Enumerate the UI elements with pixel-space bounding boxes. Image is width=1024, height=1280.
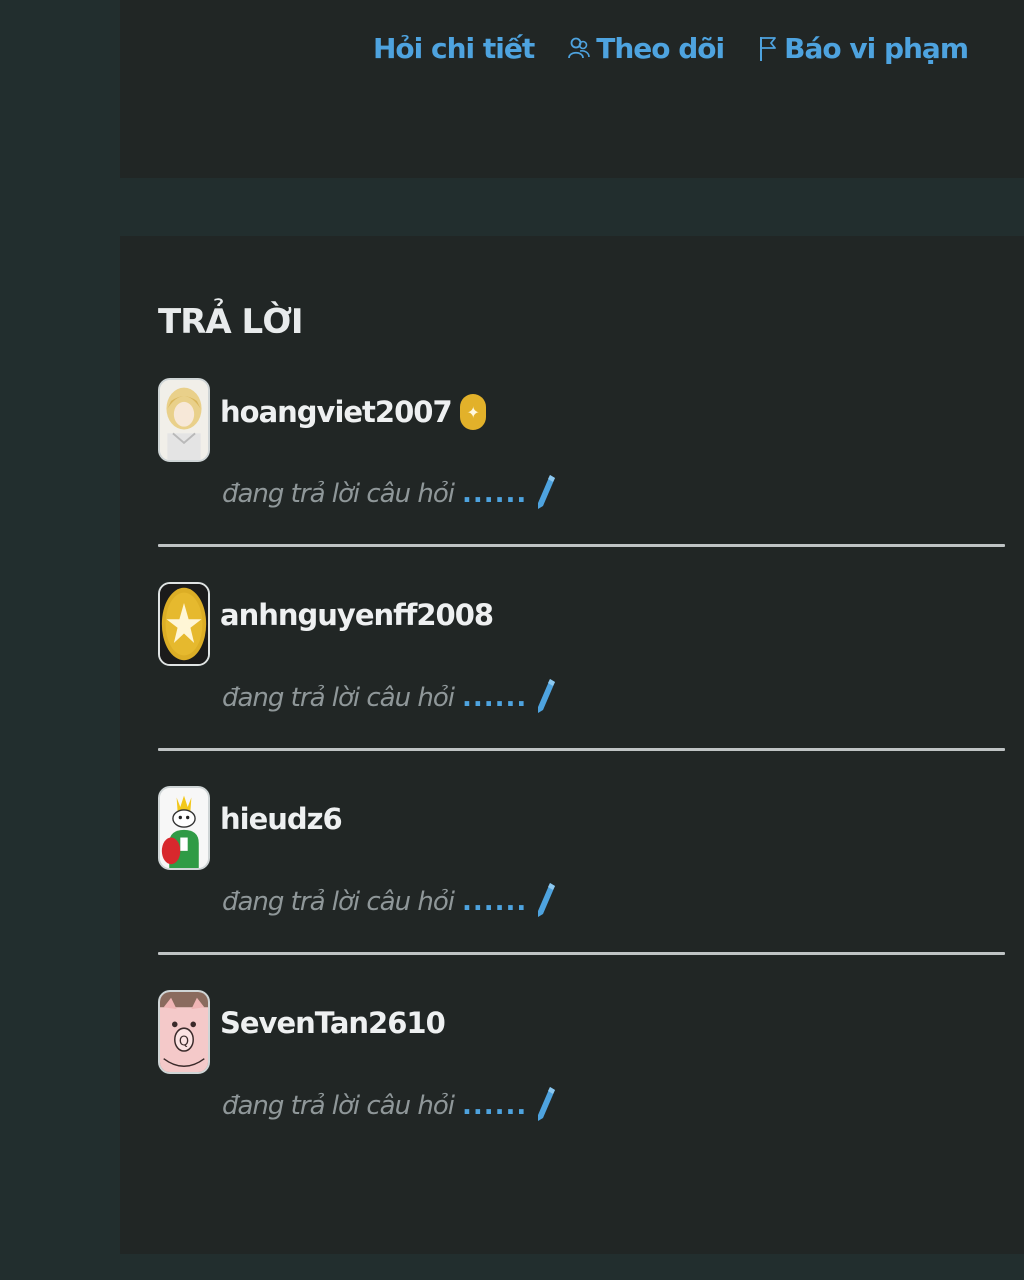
answer-status: đang trả lời câu hỏi ...... — [222, 676, 557, 720]
anime-girl-avatar[interactable] — [158, 378, 210, 462]
answer-list: hoangviet2007 ✦ đang trả lời câu hỏi ...… — [158, 376, 1005, 1192]
answer-divider — [158, 748, 1005, 751]
status-text: đang trả lời câu hỏi — [222, 887, 455, 917]
pink-pig-avatar[interactable]: Q — [158, 990, 210, 1074]
follow-icon — [568, 36, 591, 62]
page: Hỏi chi tiết Theo dõi Báo vi phạm TRẢ LỜ… — [0, 0, 1024, 1280]
answer-username[interactable]: hieudz6 — [220, 802, 343, 836]
status-dots: ...... — [461, 1091, 528, 1121]
answer-item: hoangviet2007 ✦ đang trả lời câu hỏi ...… — [158, 376, 1005, 580]
pencil-icon — [535, 676, 557, 720]
answer-divider — [158, 952, 1005, 955]
status-dots: ...... — [461, 479, 528, 509]
follow-link[interactable]: Theo dõi — [568, 32, 725, 65]
ask-detail-label: Hỏi chi tiết — [372, 32, 535, 65]
username-text: SevenTan2610 — [220, 1006, 446, 1040]
pencil-icon — [535, 1084, 557, 1128]
answer-item: anhnguyenff2008 đang trả lời câu hỏi ...… — [158, 580, 1005, 784]
svg-text:Q: Q — [179, 1034, 189, 1049]
flag-icon — [758, 35, 778, 63]
answers-title: TRẢ LỜI — [158, 302, 304, 342]
username-text: hieudz6 — [220, 802, 343, 836]
status-dots: ...... — [461, 683, 528, 713]
answer-username[interactable]: anhnguyenff2008 — [220, 598, 494, 632]
username-text: hoangviet2007 — [220, 395, 453, 429]
status-text: đang trả lời câu hỏi — [222, 1091, 455, 1121]
answer-item: hieudz6 đang trả lời câu hỏi ...... — [158, 784, 1005, 988]
cartoon-king-avatar[interactable] — [158, 786, 210, 870]
status-text: đang trả lời câu hỏi — [222, 683, 455, 713]
answer-status: đang trả lời câu hỏi ...... — [222, 472, 557, 516]
status-text: đang trả lời câu hỏi — [222, 479, 455, 509]
report-label: Báo vi phạm — [784, 32, 969, 65]
question-actions: Hỏi chi tiết Theo dõi Báo vi phạm — [372, 32, 969, 65]
status-dots: ...... — [461, 887, 528, 917]
answer-item: Q SevenTan2610 đang trả lời câu hỏi ....… — [158, 988, 1005, 1192]
pencil-icon — [535, 472, 557, 516]
answer-divider — [158, 544, 1005, 547]
pencil-icon — [535, 880, 557, 924]
answer-username[interactable]: hoangviet2007 ✦ — [220, 394, 486, 430]
report-link[interactable]: Báo vi phạm — [758, 32, 969, 65]
question-card-footer: Hỏi chi tiết Theo dõi Báo vi phạm — [120, 0, 1024, 178]
verified-badge-icon: ✦ — [459, 394, 486, 430]
answer-status: đang trả lời câu hỏi ...... — [222, 880, 557, 924]
answer-status: đang trả lời câu hỏi ...... — [222, 1084, 557, 1128]
gold-star-avatar[interactable] — [158, 582, 210, 666]
answer-username[interactable]: SevenTan2610 — [220, 1006, 446, 1040]
username-text: anhnguyenff2008 — [220, 598, 494, 632]
follow-label: Theo dõi — [596, 32, 725, 65]
answers-card: TRẢ LỜI hoangviet2007 ✦ đang trả lời câu… — [120, 236, 1024, 1254]
ask-detail-link[interactable]: Hỏi chi tiết — [372, 32, 535, 65]
